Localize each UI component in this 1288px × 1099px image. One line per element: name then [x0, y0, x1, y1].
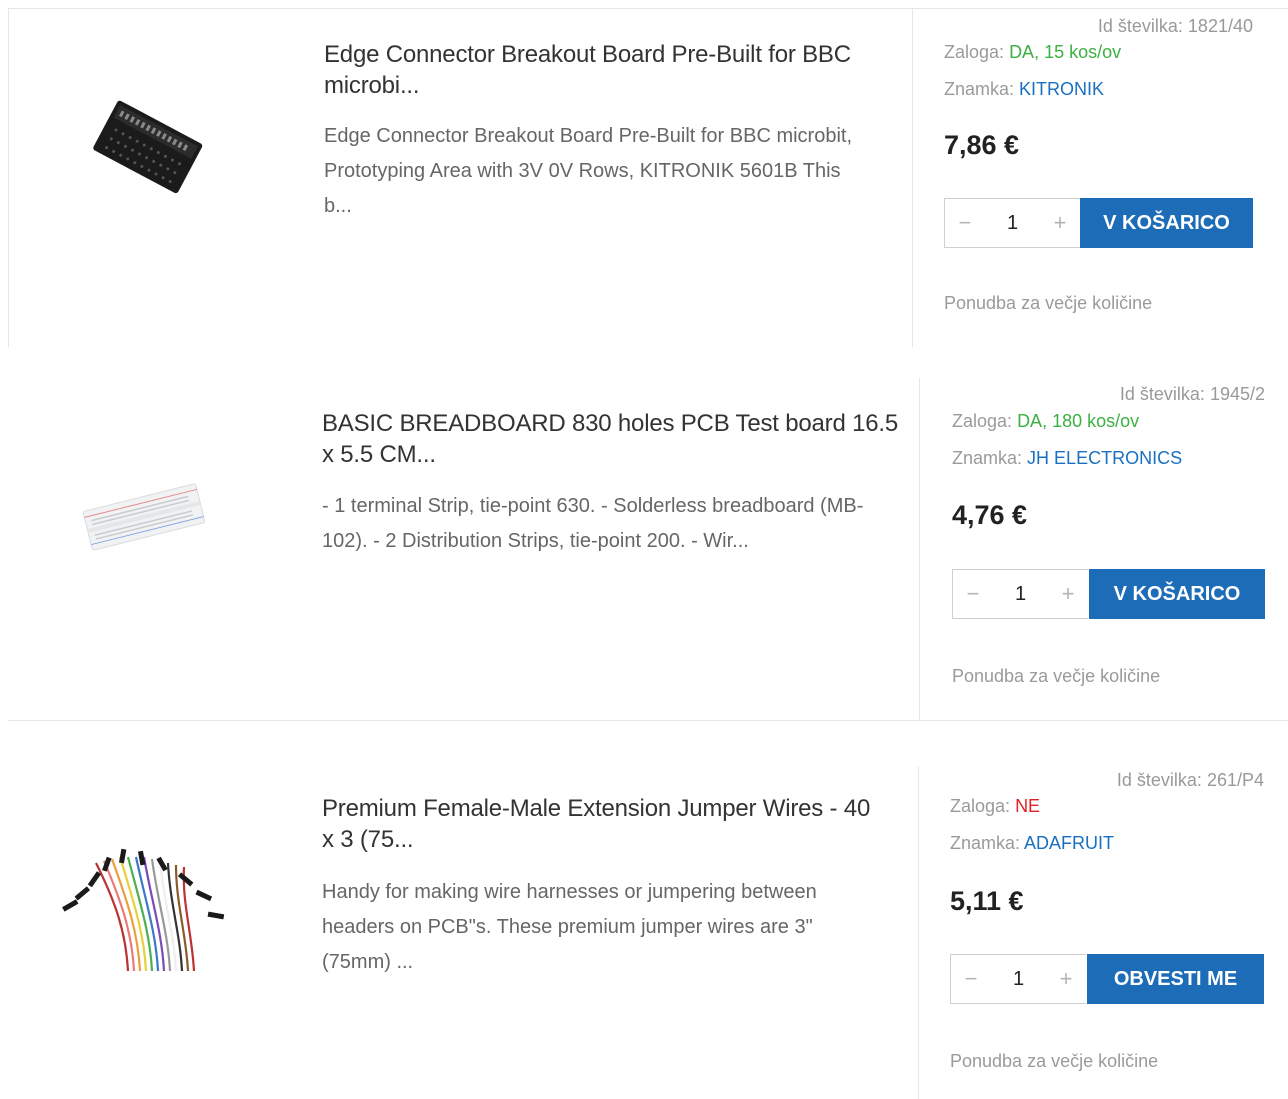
product-card: BASIC BREADBOARD 830 holes PCB Test boar…: [0, 347, 1288, 720]
minus-icon[interactable]: −: [945, 210, 985, 236]
bulk-offer-link[interactable]: Ponudba za večje količine: [952, 666, 1160, 687]
add-to-cart-button[interactable]: V KOŠARICO: [1089, 569, 1265, 619]
product-card: Premium Female-Male Extension Jumper Wir…: [0, 720, 1288, 1099]
stock-status: Zaloga: DA, 15 kos/ov: [944, 42, 1122, 62]
brand-link[interactable]: ADAFRUIT: [1024, 833, 1114, 853]
add-to-cart-button[interactable]: V KOŠARICO: [1080, 198, 1253, 248]
quantity-stepper: − 1 +: [952, 569, 1088, 619]
brand: Znamka: JH ELECTRONICS: [952, 448, 1183, 468]
edge-connector-board-image: [93, 100, 203, 194]
product-description: Handy for making wire harnesses or jumpe…: [322, 881, 817, 973]
brand-link[interactable]: KITRONIK: [1019, 79, 1104, 99]
quantity-stepper: − 1 +: [950, 954, 1086, 1004]
product-title[interactable]: Edge Connector Breakout Board Pre-Built …: [324, 39, 904, 101]
price: 7,86 €: [944, 130, 1020, 160]
plus-icon[interactable]: +: [1046, 966, 1086, 992]
product-image[interactable]: [80, 90, 210, 210]
product-id: Id številka: 1945/2: [1119, 384, 1265, 404]
jumper-wires-image: [62, 848, 225, 972]
product-id: Id številka: 1821/40: [1097, 16, 1253, 36]
product-description: Edge Connector Breakout Board Pre-Built …: [324, 125, 853, 217]
breadboard-image: [82, 483, 206, 551]
brand: Znamka: KITRONIK: [944, 79, 1105, 99]
product-description: - 1 terminal Strip, tie-point 630. - Sol…: [322, 495, 864, 552]
stock-value: DA, 15 kos/ov: [1009, 42, 1122, 62]
stock-value: DA, 180 kos/ov: [1017, 411, 1140, 431]
price: 5,11 €: [950, 886, 1024, 916]
product-card: Edge Connector Breakout Board Pre-Built …: [0, 0, 1288, 347]
product-title[interactable]: Premium Female-Male Extension Jumper Wir…: [322, 793, 912, 855]
plus-icon[interactable]: +: [1048, 581, 1088, 607]
notify-me-button[interactable]: OBVESTI ME: [1087, 954, 1264, 1004]
product-id: Id številka: 261/P4: [1116, 770, 1264, 790]
quantity-value[interactable]: 1: [1013, 968, 1024, 991]
quantity-value[interactable]: 1: [1007, 212, 1018, 235]
bulk-offer-link[interactable]: Ponudba za večje količine: [944, 293, 1152, 314]
price: 4,76 €: [952, 500, 1028, 530]
stock-status: Zaloga: NE: [950, 796, 1041, 816]
product-image[interactable]: [74, 467, 214, 567]
quantity-stepper: − 1 +: [944, 198, 1080, 248]
minus-icon[interactable]: −: [951, 966, 991, 992]
brand-link[interactable]: JH ELECTRONICS: [1027, 448, 1182, 468]
product-image[interactable]: [56, 833, 234, 973]
bulk-offer-link[interactable]: Ponudba za večje količine: [950, 1051, 1158, 1072]
plus-icon[interactable]: +: [1040, 210, 1080, 236]
stock-value: NE: [1015, 796, 1041, 816]
minus-icon[interactable]: −: [953, 581, 993, 607]
quantity-value[interactable]: 1: [1015, 583, 1026, 606]
brand: Znamka: ADAFRUIT: [950, 833, 1115, 853]
stock-status: Zaloga: DA, 180 kos/ov: [952, 411, 1140, 431]
product-title[interactable]: BASIC BREADBOARD 830 holes PCB Test boar…: [322, 408, 912, 470]
